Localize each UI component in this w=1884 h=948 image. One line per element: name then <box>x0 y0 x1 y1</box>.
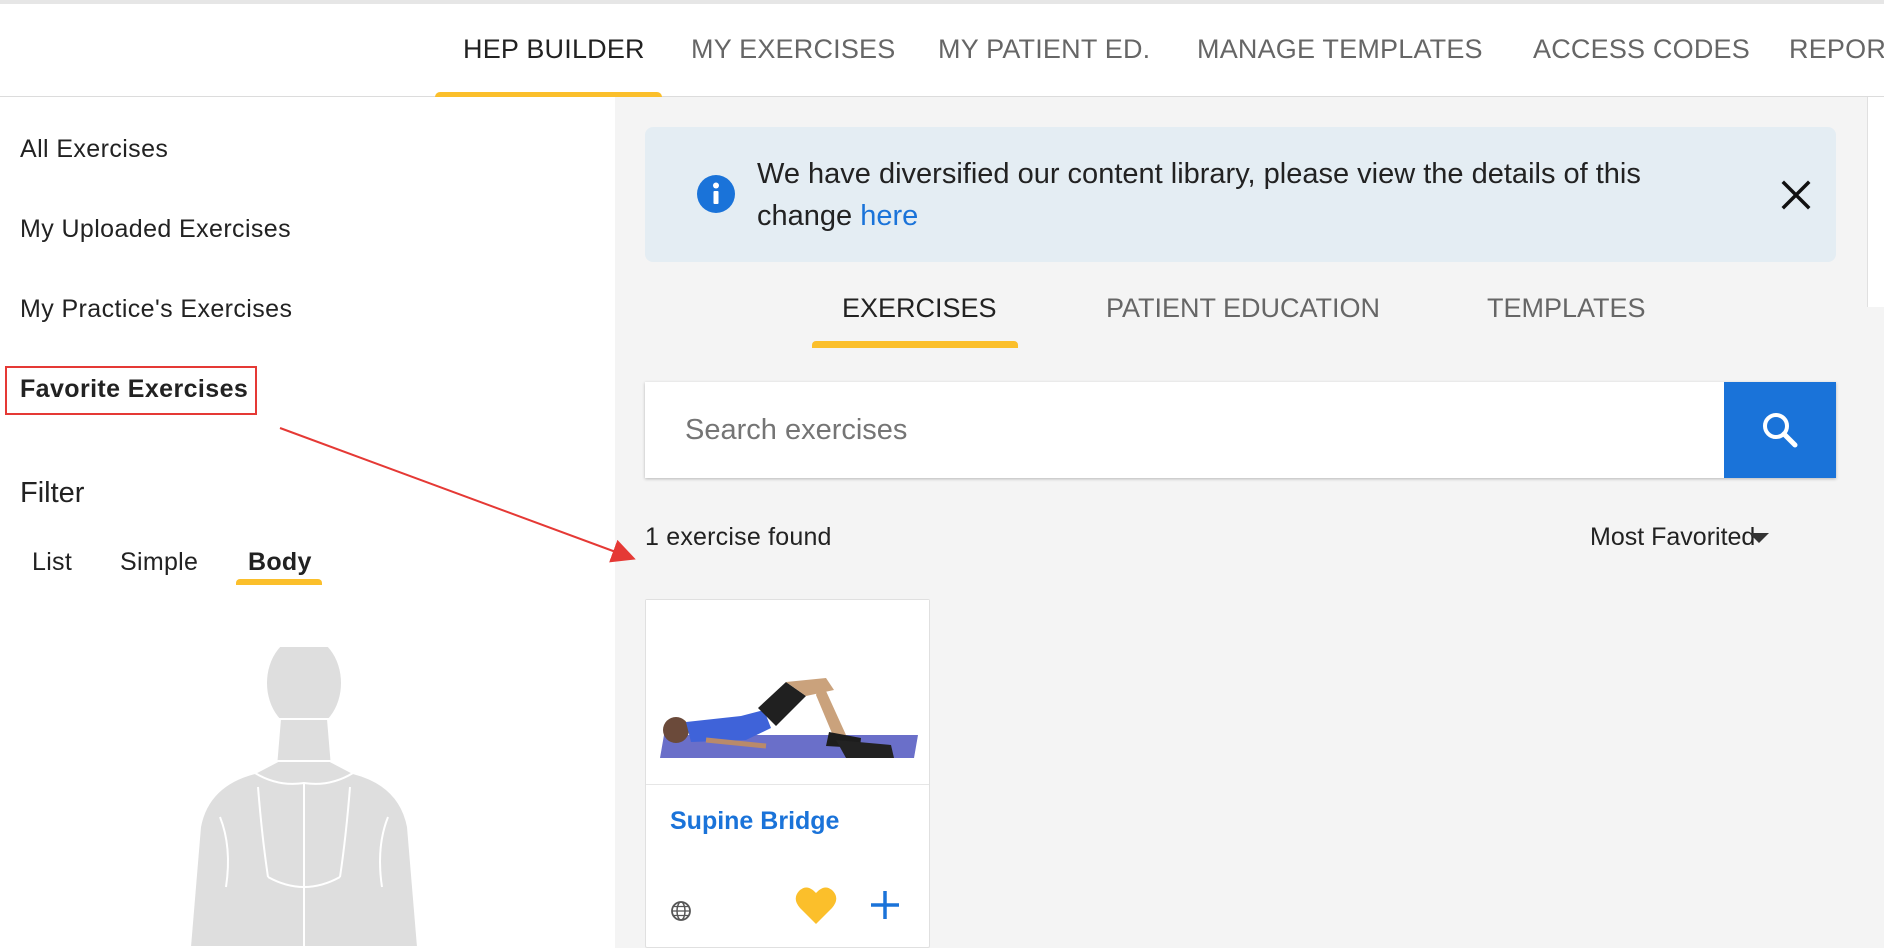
exercise-thumbnail-image <box>646 600 929 784</box>
nav-hep-builder[interactable]: HEP BUILDER <box>463 34 645 65</box>
nav-my-exercises[interactable]: MY EXERCISES <box>691 34 895 65</box>
banner-details-link[interactable]: here <box>860 200 918 232</box>
sidebar-item-my-uploaded-exercises[interactable]: My Uploaded Exercises <box>20 215 291 244</box>
close-icon[interactable] <box>1778 177 1814 213</box>
subtab-active-indicator <box>812 341 1018 348</box>
tab-templates[interactable]: TEMPLATES <box>1487 293 1646 324</box>
filter-option-body[interactable]: Body <box>248 548 312 577</box>
exercise-card-title[interactable]: Supine Bridge <box>670 807 839 836</box>
right-panel-edge <box>1867 97 1884 307</box>
search-input[interactable] <box>645 382 1724 478</box>
exercise-thumbnail[interactable] <box>646 600 929 785</box>
main-content: We have diversified our content library,… <box>615 97 1884 948</box>
nav-access-codes[interactable]: ACCESS CODES <box>1533 34 1750 65</box>
globe-icon <box>671 901 691 921</box>
sidebar-item-my-practices-exercises[interactable]: My Practice's Exercises <box>20 295 292 324</box>
annotation-highlight-box <box>5 366 257 415</box>
filter-title: Filter <box>20 477 85 509</box>
sidebar-item-all-exercises[interactable]: All Exercises <box>20 135 168 164</box>
favorite-heart-icon[interactable] <box>794 884 838 926</box>
banner-message: We have diversified our content library,… <box>757 153 1657 237</box>
filter-option-simple[interactable]: Simple <box>120 548 198 577</box>
filter-option-list[interactable]: List <box>32 548 72 577</box>
exercise-card[interactable]: Supine Bridge <box>645 599 930 948</box>
body-map-figure[interactable] <box>160 647 450 947</box>
top-nav: HEP BUILDER MY EXERCISES MY PATIENT ED. … <box>0 0 1884 100</box>
sort-dropdown[interactable]: Most Favorited <box>1590 523 1755 552</box>
add-plus-icon[interactable] <box>868 888 902 922</box>
app-page: HEP BUILDER MY EXERCISES MY PATIENT ED. … <box>0 0 1884 948</box>
sidebar: All Exercises My Uploaded Exercises My P… <box>0 97 615 948</box>
nav-my-patient-ed[interactable]: MY PATIENT ED. <box>938 34 1150 65</box>
search-bar <box>645 382 1836 478</box>
tab-patient-education[interactable]: PATIENT EDUCATION <box>1106 293 1380 324</box>
nav-manage-templates[interactable]: MANAGE TEMPLATES <box>1197 34 1483 65</box>
search-button[interactable] <box>1724 382 1836 478</box>
info-icon <box>697 175 735 213</box>
info-banner: We have diversified our content library,… <box>645 127 1836 262</box>
filter-active-indicator <box>236 579 322 585</box>
tab-exercises[interactable]: EXERCISES <box>842 293 997 324</box>
results-count: 1 exercise found <box>645 523 832 551</box>
nav-reports[interactable]: REPORT <box>1789 34 1884 65</box>
search-icon <box>1763 413 1798 448</box>
chevron-down-icon[interactable] <box>1749 533 1769 543</box>
